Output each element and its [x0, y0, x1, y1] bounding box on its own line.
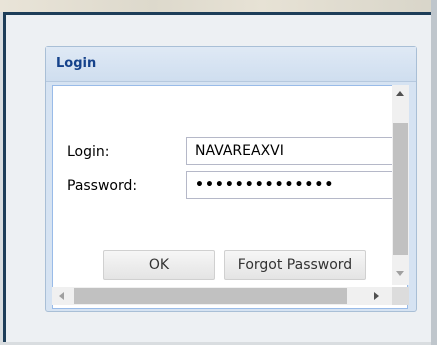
scrollbar-corner — [392, 287, 409, 305]
frame-edge — [431, 0, 437, 345]
chevron-right-icon[interactable] — [374, 292, 379, 300]
vertical-scrollbar[interactable] — [392, 85, 409, 285]
password-label: Password: — [67, 178, 138, 194]
chevron-up-icon[interactable] — [396, 91, 404, 96]
login-dialog: Login Login: NAVAREAXVI Password: ••••••… — [45, 46, 417, 312]
login-field[interactable]: NAVAREAXVI — [186, 137, 396, 165]
map-background — [0, 0, 437, 12]
horizontal-scroll-thumb[interactable] — [74, 288, 347, 304]
dialog-title: Login — [56, 56, 97, 71]
vertical-scroll-thumb[interactable] — [393, 123, 408, 255]
dialog-body: Login: NAVAREAXVI Password: ••••••••••••… — [52, 85, 408, 309]
horizontal-scrollbar[interactable] — [52, 287, 392, 305]
login-label: Login: — [67, 144, 110, 160]
dialog-header[interactable]: Login — [46, 47, 416, 82]
ok-button[interactable]: OK — [103, 250, 215, 280]
chevron-left-icon[interactable] — [59, 292, 64, 300]
forgot-password-button[interactable]: Forgot Password — [224, 250, 366, 280]
chevron-down-icon[interactable] — [396, 271, 404, 276]
password-field[interactable]: •••••••••••••• — [186, 171, 396, 199]
